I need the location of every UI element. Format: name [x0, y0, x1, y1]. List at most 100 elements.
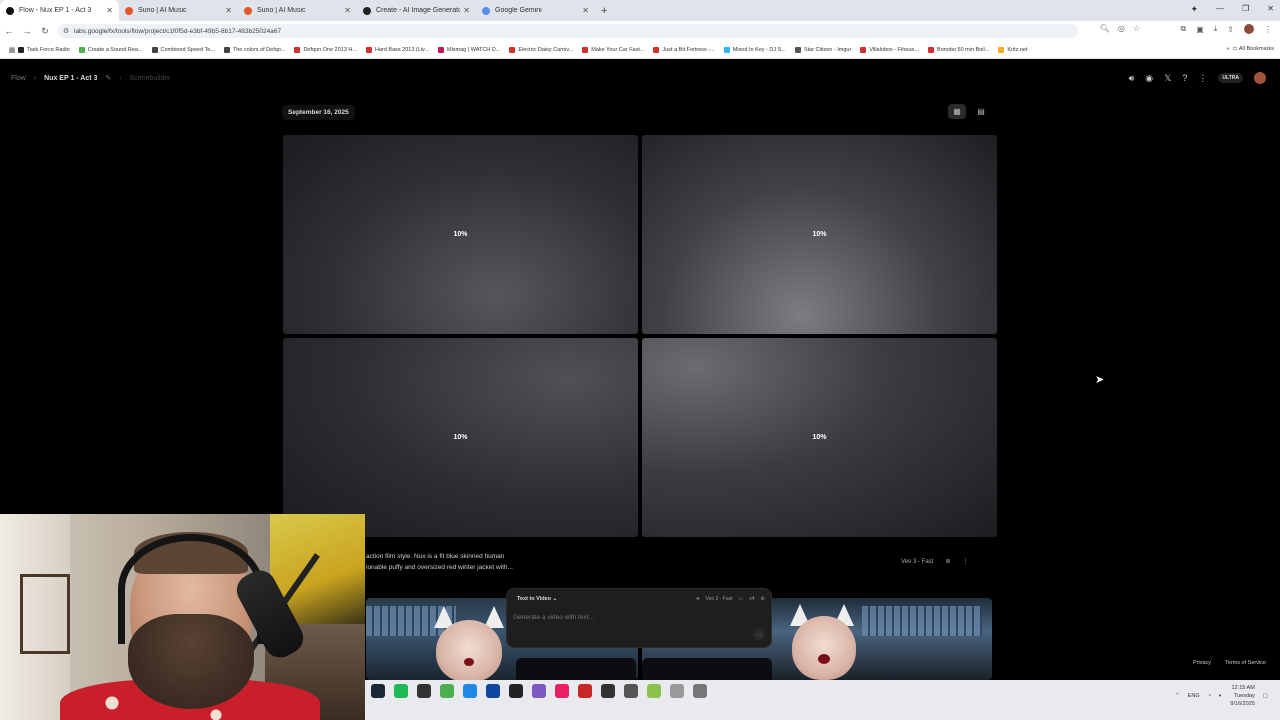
bookmark-label: Just a Bit Fortress -... [662, 46, 715, 53]
extensions-icon[interactable]: ⧉ [1180, 24, 1186, 34]
taskbar-app-icon[interactable] [578, 684, 592, 698]
browser-tab[interactable]: Suno | AI Music ✕ [238, 0, 357, 21]
new-tab-button[interactable]: + [601, 5, 607, 17]
close-tab-icon[interactable]: ✕ [344, 6, 351, 15]
date-label: September 16, 2025 [282, 105, 355, 120]
bookmark-item[interactable]: Mixmag | WATCH D... [437, 46, 500, 53]
taskbar-app-icon[interactable] [647, 684, 661, 698]
close-tab-icon[interactable]: ✕ [582, 6, 589, 15]
bookmark-item[interactable]: Make Your Car Fast... [582, 46, 644, 53]
grid-view-icon[interactable]: ▦ [948, 104, 966, 119]
profile-avatar[interactable] [1244, 24, 1254, 34]
bookmark-item[interactable]: Villalobos - Fiheue... [860, 46, 919, 53]
taskbar-app-icon[interactable] [670, 684, 684, 698]
video-tile[interactable]: 10% [283, 338, 638, 537]
wifi-icon[interactable]: ◔ [1208, 693, 1211, 699]
taskbar-app-icon[interactable] [417, 684, 431, 698]
taskbar-app-icon[interactable] [371, 684, 385, 698]
mode-select[interactable]: Text to Video ⌄ [517, 596, 557, 602]
sidepanel-icon[interactable]: ▣ [1196, 25, 1204, 34]
browser-tab[interactable]: Suno | AI Music ✕ [119, 0, 238, 21]
audio-icon[interactable]: 🔊︎ [696, 596, 699, 602]
star-icon[interactable]: ☆ [1133, 24, 1140, 33]
taskbar-app-icon[interactable] [624, 684, 638, 698]
browser-tab[interactable]: Flow - Nux EP 1 - Act 3 ✕ [0, 0, 119, 21]
taskbar-app-icon[interactable] [486, 684, 500, 698]
gemini-icon[interactable]: ✦ [1190, 4, 1198, 15]
video-tile[interactable]: 10% [642, 135, 997, 334]
bookmark-item[interactable]: Create a Sound Rea... [78, 46, 143, 53]
close-window-icon[interactable]: ✕ [1267, 4, 1274, 13]
prompt-line: ionable puffy and oversized red winter j… [366, 564, 513, 571]
more-icon[interactable]: ⋮ [1198, 73, 1207, 84]
lang-indicator[interactable]: ENG [1188, 693, 1200, 699]
bookmark-item[interactable]: Hard Bass 2013 (Liv... [365, 46, 429, 53]
bookmark-item[interactable]: Mixed In Key - DJ S... [723, 46, 786, 53]
taskbar-app-icon[interactable] [532, 684, 546, 698]
output-count[interactable]: x4 [749, 596, 754, 602]
taskbar-app-icon[interactable] [509, 684, 523, 698]
restore-icon[interactable]: ❐ [1242, 4, 1249, 13]
video-tile[interactable]: 10% [642, 338, 997, 537]
x-icon[interactable]: 𝕏 [1164, 73, 1171, 84]
prompt-input[interactable] [513, 614, 753, 621]
help-icon[interactable]: ? [1182, 73, 1187, 83]
url-field[interactable]: ⚙ labs.google/fx/tools/flow/project/c1f0… [58, 24, 1078, 38]
menu-icon[interactable]: ⋮ [1264, 25, 1272, 34]
speaker-icon[interactable]: 🔈︎ [1219, 693, 1222, 700]
browser-tab[interactable]: Google Gemini ✕ [476, 0, 595, 21]
close-tab-icon[interactable]: ✕ [106, 6, 113, 15]
prompt-text[interactable]: action film style. Nux is a fit blue ski… [366, 551, 616, 573]
zoom-icon[interactable]: 🔍︎ [1100, 24, 1110, 33]
privacy-link[interactable]: Privacy [1193, 660, 1211, 666]
send-icon[interactable]: → [753, 628, 765, 640]
taskbar-app-icon[interactable] [693, 684, 707, 698]
reuse-prompt-icon[interactable]: ≣ [945, 558, 950, 565]
back-icon[interactable]: ← [0, 26, 18, 36]
bookmark-item[interactable]: Task Force Radio [18, 46, 70, 53]
apps-icon[interactable]: ▦ [6, 46, 18, 54]
taskbar-app-icon[interactable] [440, 684, 454, 698]
bookmark-item[interactable]: Bonobo 50 min Boil... [928, 46, 989, 53]
bookmark-item[interactable]: Just a Bit Fortress -... [653, 46, 715, 53]
close-tab-icon[interactable]: ✕ [463, 6, 470, 15]
avatar[interactable] [1254, 72, 1266, 84]
reload-icon[interactable]: ↻ [36, 26, 54, 37]
video-tile[interactable]: 10% [283, 135, 638, 334]
tab-favicon-icon [125, 6, 133, 15]
taskbar-app-icon[interactable] [601, 684, 615, 698]
taskbar-app-icon[interactable] [463, 684, 477, 698]
project-title[interactable]: Nux EP 1 - Act 3 [44, 75, 97, 82]
close-tab-icon[interactable]: ✕ [225, 6, 232, 15]
forward-icon[interactable]: → [18, 26, 36, 36]
all-bookmarks[interactable]: » ▭ All Bookmarks [1226, 46, 1274, 52]
bookmark-item[interactable]: Defqon One 2013 H... [294, 46, 357, 53]
notification-icon[interactable]: ▢ [1263, 693, 1268, 699]
chevron-up-icon[interactable]: ⌃ [1175, 693, 1180, 699]
bookmark-item[interactable]: Combined Speed Te... [151, 46, 215, 53]
settings-icon[interactable]: ⚙ [761, 596, 765, 602]
edit-icon[interactable]: ✎ [105, 74, 111, 82]
bookmark-item[interactable]: Electric Daisy Carniv... [509, 46, 573, 53]
eye-off-icon[interactable]: ◎ [1118, 24, 1125, 33]
breadcrumb-page[interactable]: Scenebuilder [130, 75, 171, 82]
minimize-icon[interactable]: — [1216, 4, 1224, 13]
browser-tab[interactable]: Create - AI Image Generator | L✕ [357, 0, 476, 21]
clock[interactable]: 12:15 AM Tuesday 9/16/2025 [1230, 684, 1254, 708]
list-view-icon[interactable]: ▤ [972, 104, 990, 119]
volume-icon[interactable]: 🔊︎ [1129, 73, 1135, 84]
bookmark-item[interactable]: Kritz.net [998, 46, 1028, 53]
discord-icon[interactable]: ◉ [1145, 73, 1153, 84]
terms-link[interactable]: Terms of Service [1225, 660, 1266, 666]
share-icon[interactable]: ⇪ [1227, 25, 1234, 34]
download-icon[interactable]: ⤓ [1214, 24, 1218, 34]
taskbar-app-icon[interactable] [394, 684, 408, 698]
composer-model[interactable]: Veo 3 - Fast [706, 596, 733, 602]
taskbar-app-icon[interactable] [555, 684, 569, 698]
breadcrumb-root[interactable]: Flow [11, 75, 26, 82]
aspect-icon[interactable]: ▭ [739, 596, 744, 602]
bookmark-item[interactable]: Star Citizen - Imgur [794, 46, 851, 53]
site-info-icon[interactable]: ⚙ [63, 27, 69, 35]
more-options-icon[interactable]: ⋮ [962, 558, 968, 565]
bookmark-item[interactable]: The colors of Defqo... [223, 46, 285, 53]
